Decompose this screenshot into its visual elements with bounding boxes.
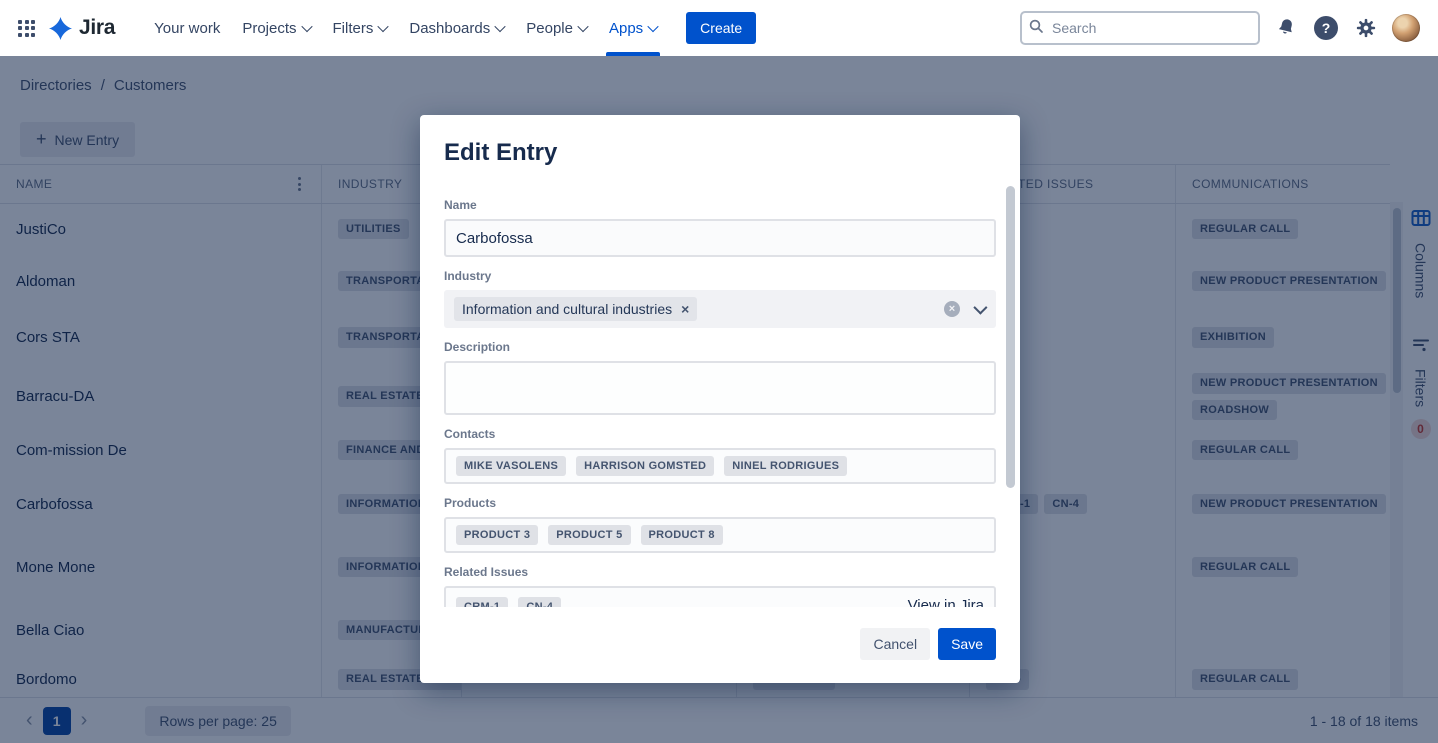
contacts-input[interactable]: MIKE VASOLENS HARRISON GOMSTED NINEL ROD… [444,448,996,484]
related-issues-label: Related Issues [444,565,996,579]
cancel-button[interactable]: Cancel [860,628,930,660]
nav-item-dashboards[interactable]: Dashboards [398,0,515,56]
notifications-icon[interactable] [1272,14,1300,42]
industry-selected-tag: Information and cultural industries × [454,297,697,322]
modal-content: Edit Entry Name Industry Information and… [420,115,1020,607]
industry-select[interactable]: Information and cultural industries × × [444,290,996,328]
industry-label: Industry [444,269,996,283]
related-issues-input[interactable]: CRM-1 CN-4 View in Jira [444,586,996,607]
jira-logo[interactable]: Jira [49,16,115,40]
nav-item-people[interactable]: People [515,0,598,56]
chevron-down-icon [577,21,588,32]
related-issue-tag: CRM-1 [456,597,508,607]
clear-select-icon[interactable]: × [944,301,960,317]
remove-tag-icon[interactable]: × [681,302,689,316]
create-button[interactable]: Create [686,12,756,44]
view-in-jira-link[interactable]: View in Jira [908,597,984,607]
description-input[interactable] [444,361,996,415]
search-input[interactable] [1020,11,1260,45]
contact-tag: MIKE VASOLENS [456,456,566,477]
active-tab-underline [606,52,660,56]
product-tag: PRODUCT 3 [456,525,538,546]
app-switcher-icon[interactable] [18,20,35,37]
products-input[interactable]: PRODUCT 3 PRODUCT 5 PRODUCT 8 [444,517,996,553]
contact-tag: NINEL RODRIGUES [724,456,847,477]
contacts-label: Contacts [444,427,996,441]
modal-footer: Cancel Save [860,628,996,660]
jira-app-window: Jira Your work Projects Filters Dashboar… [0,0,1438,743]
description-label: Description [444,340,996,354]
help-icon[interactable]: ? [1312,14,1340,42]
contact-tag: HARRISON GOMSTED [576,456,714,477]
chevron-down-icon [495,21,506,32]
jira-logo-icon [49,17,72,40]
modal-title: Edit Entry [444,139,996,167]
nav-item-filters[interactable]: Filters [322,0,399,56]
related-issue-tag: CN-4 [518,597,561,607]
navbar-right: ? [1020,11,1438,45]
chevron-down-icon [378,21,389,32]
nav-item-apps[interactable]: Apps [598,0,668,56]
name-label: Name [444,198,996,212]
nav-item-projects[interactable]: Projects [231,0,321,56]
main-nav: Your work Projects Filters Dashboards Pe… [143,0,668,56]
chevron-down-icon[interactable] [973,301,987,315]
nav-item-your-work[interactable]: Your work [143,0,231,56]
edit-entry-modal: Edit Entry Name Industry Information and… [420,115,1020,683]
user-avatar[interactable] [1392,14,1420,42]
products-label: Products [444,496,996,510]
chevron-down-icon [648,21,659,32]
search-icon [1028,18,1044,39]
modal-scrollbar-track[interactable] [1006,183,1015,593]
modal-scrollbar-thumb[interactable] [1006,186,1015,488]
name-input[interactable] [444,219,996,257]
settings-icon[interactable] [1352,14,1380,42]
jira-logo-text: Jira [79,16,115,40]
chevron-down-icon [301,21,312,32]
save-button[interactable]: Save [938,628,996,660]
product-tag: PRODUCT 5 [548,525,630,546]
product-tag: PRODUCT 8 [641,525,723,546]
top-navbar: Jira Your work Projects Filters Dashboar… [0,0,1438,56]
